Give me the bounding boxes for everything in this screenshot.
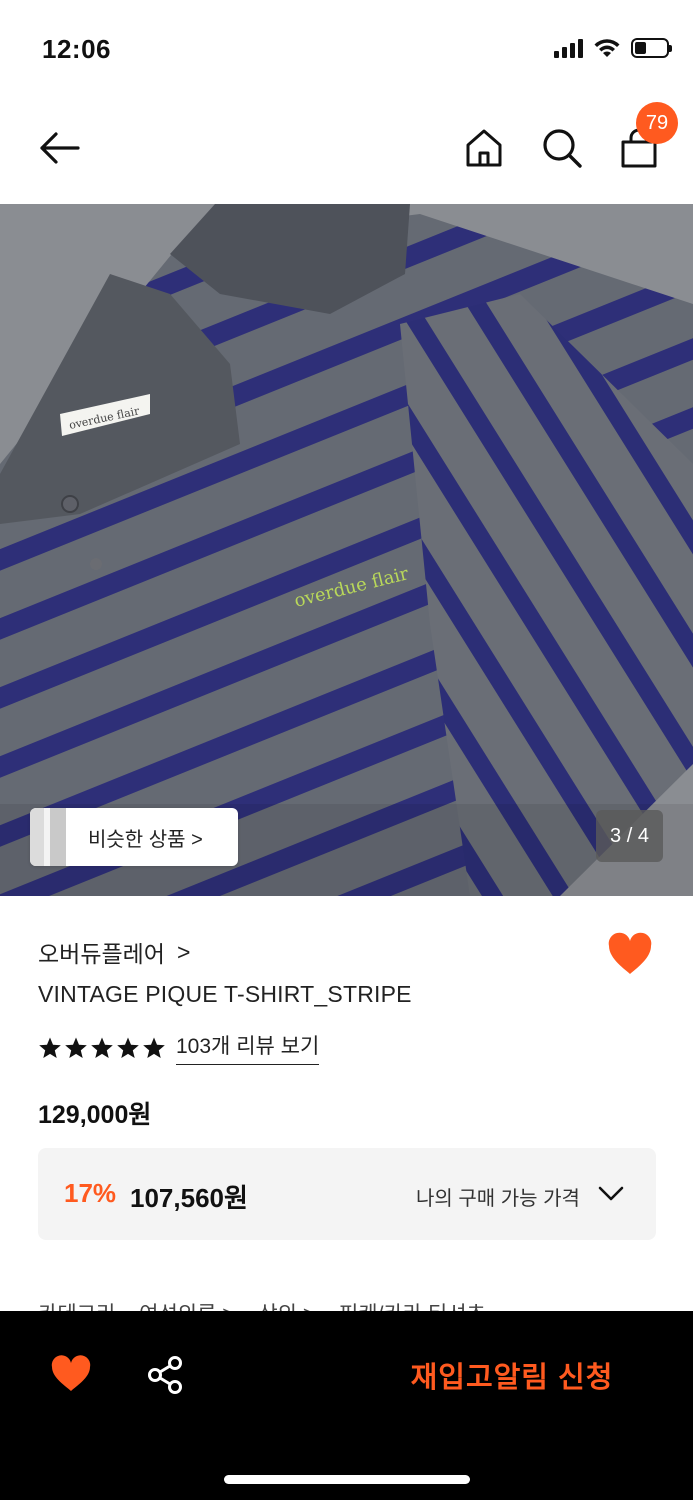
chevron-down-icon[interactable] bbox=[596, 1182, 626, 1206]
brand-name: 오버듀플레어 bbox=[38, 941, 165, 967]
battery-icon bbox=[631, 38, 672, 58]
share-icon[interactable] bbox=[146, 1355, 184, 1395]
product-photo: overdue flair overdue flair bbox=[0, 204, 693, 896]
rating-row: 103개 리뷰 보기 bbox=[38, 1030, 320, 1065]
product-image-gallery[interactable]: overdue flair overdue flair bbox=[0, 204, 693, 896]
heart-icon[interactable] bbox=[606, 932, 654, 976]
star-icon bbox=[143, 1037, 165, 1058]
price-box[interactable]: 17% 107,560원 나의 구매 가능 가격 bbox=[38, 1148, 656, 1240]
search-icon[interactable] bbox=[540, 126, 584, 170]
sale-price: 107,560원 bbox=[130, 1183, 248, 1213]
cart-count-badge: 79 bbox=[636, 102, 678, 144]
original-price: 129,000원 bbox=[38, 1101, 152, 1129]
review-link[interactable]: 103개 리뷰 보기 bbox=[176, 1030, 320, 1065]
bottom-action-bar: 재입고알림 신청 bbox=[0, 1311, 693, 1500]
brand-chevron-icon: > bbox=[176, 938, 191, 965]
similar-product-thumbnail bbox=[30, 808, 66, 866]
rating-stars bbox=[38, 1036, 166, 1060]
battery-fill bbox=[635, 42, 646, 54]
heart-icon[interactable] bbox=[50, 1355, 92, 1393]
top-navigation bbox=[0, 100, 693, 204]
star-icon bbox=[117, 1037, 139, 1058]
status-icons bbox=[554, 38, 672, 58]
star-icon bbox=[65, 1037, 87, 1058]
wifi-icon bbox=[594, 39, 620, 57]
similar-products-button[interactable]: 비슷한 상품 > bbox=[30, 808, 238, 866]
star-icon bbox=[91, 1037, 113, 1058]
restock-alert-button[interactable]: 재입고알림 신청 bbox=[392, 1341, 632, 1409]
brand-link[interactable]: 오버듀플레어 > bbox=[38, 935, 190, 969]
category-breadcrumb: 카테고리 여성의류 > 상의 > 피케/카라 티셔츠 bbox=[38, 1298, 504, 1312]
image-page-counter: 3 / 4 bbox=[596, 810, 663, 862]
arrow-left-icon[interactable] bbox=[34, 126, 84, 170]
product-name: VINTAGE PIQUE T-SHIRT_STRIPE bbox=[38, 981, 412, 1007]
my-price-label: 나의 구매 가능 가격 bbox=[416, 1188, 580, 1210]
cellular-signal-icon bbox=[554, 38, 583, 58]
star-icon bbox=[39, 1037, 61, 1058]
home-indicator bbox=[224, 1475, 470, 1484]
similar-products-label: 비슷한 상품 > bbox=[88, 828, 203, 851]
discount-rate: 17% bbox=[64, 1178, 117, 1208]
status-bar: 12:06 bbox=[0, 0, 693, 100]
home-icon[interactable] bbox=[462, 126, 506, 170]
status-time: 12:06 bbox=[42, 34, 111, 64]
